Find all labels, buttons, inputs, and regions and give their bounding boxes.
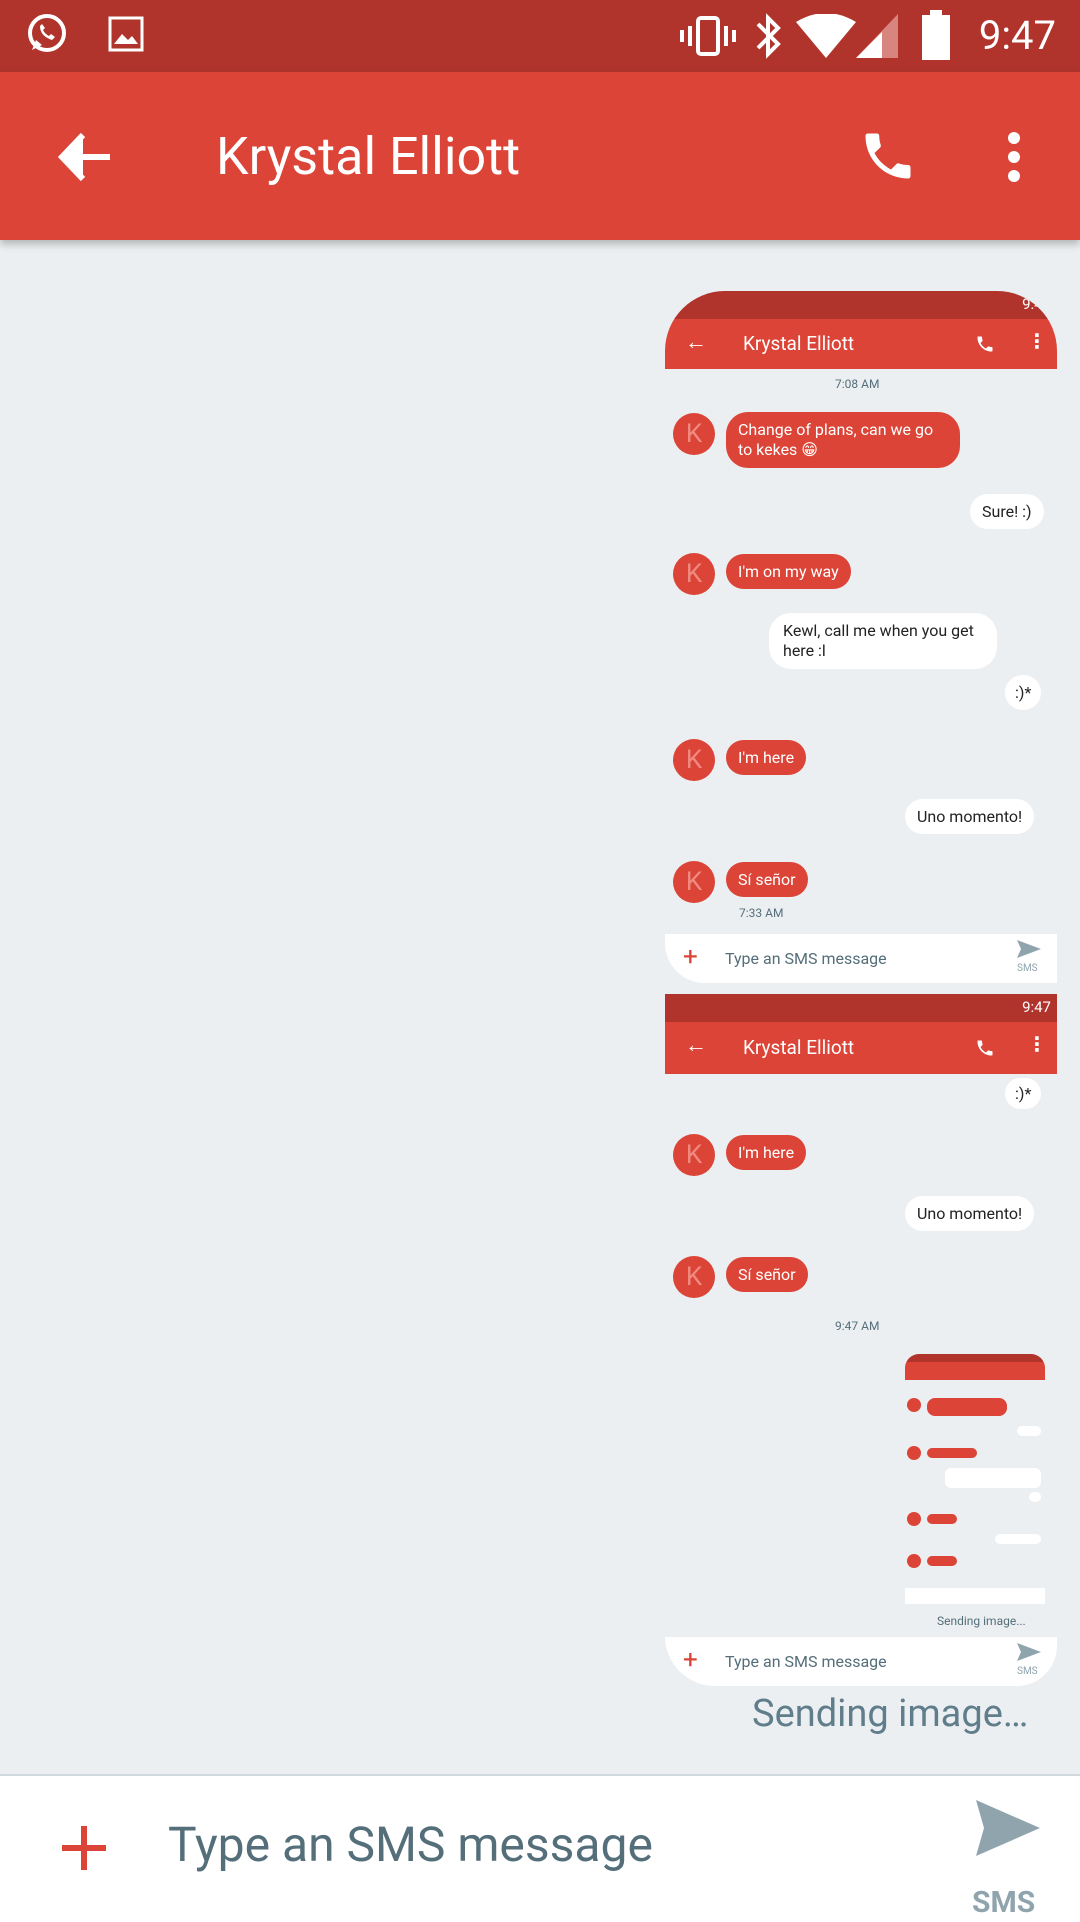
shot1-send-icon <box>1017 940 1041 958</box>
shot1-back-icon: ← <box>685 330 707 355</box>
add-attachment-icon[interactable] <box>62 1826 106 1870</box>
avatar: K <box>673 1256 715 1298</box>
shot2-add-icon: + <box>683 1645 698 1675</box>
shot1-status-bar: 9:47 <box>665 291 1057 319</box>
whatsapp-icon <box>28 14 66 52</box>
image-message-screenshot-1[interactable]: 9:47 ← Krystal Elliott ⋮ 7:08 AM K Chang… <box>665 291 1057 983</box>
status-clock: 9:47 <box>978 12 1056 59</box>
avatar: K <box>673 861 715 903</box>
shot2-sending-status: Sending image... <box>937 1614 1026 1628</box>
shot1-composer: + Type an SMS message SMS <box>665 934 1057 983</box>
phone-icon[interactable] <box>858 126 918 186</box>
shot2-nested-screenshot <box>905 1354 1045 1604</box>
image-icon <box>108 16 144 52</box>
shot1-msg-7: Uno momento! <box>905 799 1035 834</box>
vibrate-icon <box>680 16 736 56</box>
shot2-more-icon: ⋮ <box>1027 1032 1047 1056</box>
shot1-msg-1: Change of plans, can we go to kekes 😁 <box>726 412 960 468</box>
wifi-icon <box>796 14 856 58</box>
conversation-title: Krystal Elliott <box>216 126 521 187</box>
bluetooth-icon <box>756 13 781 59</box>
shot1-timestamp-bottom: 7:33 AM <box>739 906 784 920</box>
more-options-icon[interactable] <box>1002 130 1026 184</box>
avatar: K <box>673 739 715 781</box>
shot1-msg-4: Kewl, call me when you get here :l <box>769 613 997 669</box>
send-icon[interactable] <box>976 1800 1040 1856</box>
shot1-app-bar: ← Krystal Elliott ⋮ <box>665 319 1057 369</box>
back-arrow-icon[interactable] <box>58 132 112 182</box>
shot2-phone-icon <box>977 1040 993 1056</box>
app-bar <box>0 72 1080 240</box>
shot2-composer: + Type an SMS message SMS <box>665 1637 1057 1686</box>
signal-icon <box>856 14 898 58</box>
shot2-msg-1: :)* <box>1005 1078 1042 1109</box>
shot2-title: Krystal Elliott <box>743 1036 855 1059</box>
shot1-msg-8: Sí señor <box>726 862 808 897</box>
shot2-back-icon: ← <box>685 1033 707 1058</box>
avatar: K <box>673 553 715 595</box>
shot1-clock: 9:47 <box>1022 295 1051 313</box>
shot1-add-icon: + <box>683 942 698 972</box>
shot2-clock: 9:47 <box>1022 998 1051 1016</box>
shot1-send-label: SMS <box>1017 963 1038 974</box>
shot2-msg-3: Uno momento! <box>905 1196 1035 1231</box>
shot2-send-label: SMS <box>1017 1666 1038 1677</box>
message-input[interactable]: Type an SMS message <box>168 1813 653 1877</box>
shot2-msg-2: I'm here <box>726 1135 807 1170</box>
shot1-title: Krystal Elliott <box>743 332 855 355</box>
sending-status: Sending image… <box>752 1692 1029 1736</box>
battery-icon <box>922 10 950 60</box>
avatar: K <box>673 1134 715 1176</box>
status-bar: 9:47 <box>0 0 1080 72</box>
shot1-timestamp-top: 7:08 AM <box>835 377 880 391</box>
shot2-send-icon <box>1017 1643 1041 1661</box>
shot1-msg-5: :)* <box>1005 675 1042 710</box>
shot2-composer-placeholder: Type an SMS message <box>725 1652 887 1671</box>
shot2-status-bar: 9:47 <box>665 994 1057 1022</box>
shot1-more-icon: ⋮ <box>1027 329 1047 353</box>
shot1-msg-6: I'm here <box>726 740 807 775</box>
shot1-msg-3: I'm on my way <box>726 554 851 589</box>
shot1-msg-2: Sure! :) <box>970 494 1044 529</box>
shot1-composer-placeholder: Type an SMS message <box>725 949 887 968</box>
shot2-msg-4: Sí señor <box>726 1257 808 1292</box>
avatar: K <box>673 413 715 455</box>
image-message-screenshot-2[interactable]: 9:47 ← Krystal Elliott ⋮ :)* K I'm here … <box>665 994 1057 1686</box>
shot2-app-bar: ← Krystal Elliott ⋮ <box>665 1022 1057 1074</box>
send-button-label[interactable]: SMS <box>972 1885 1035 1920</box>
shot1-phone-icon <box>977 336 993 352</box>
shot2-timestamp: 9:47 AM <box>835 1319 880 1333</box>
